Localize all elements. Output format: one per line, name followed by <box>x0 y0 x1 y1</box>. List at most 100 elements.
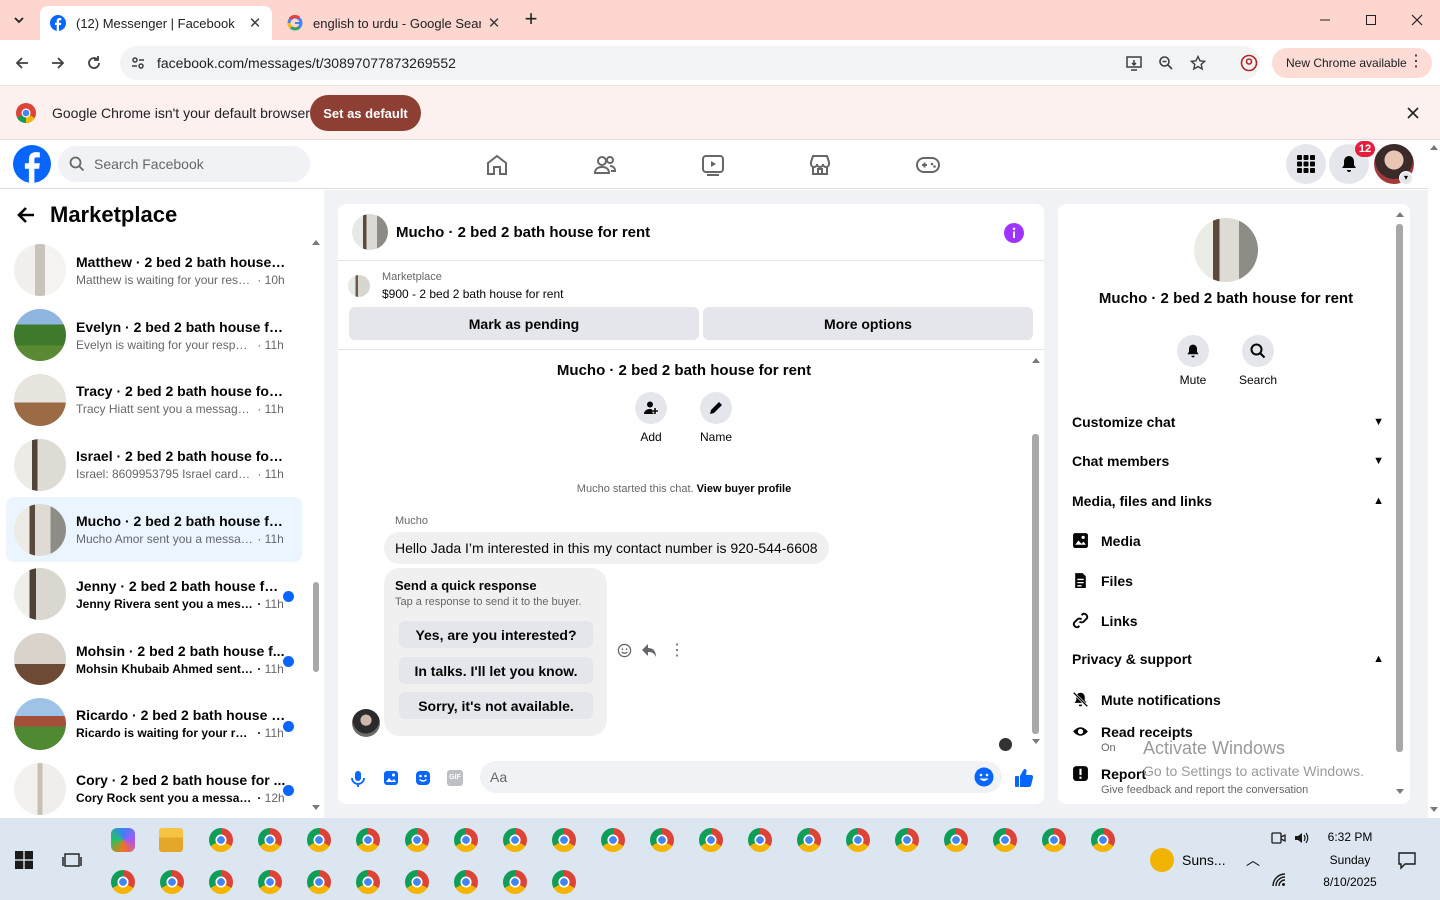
sticker-icon[interactable] <box>415 770 431 786</box>
marketplace-icon[interactable] <box>807 152 833 178</box>
scroll-down-icon[interactable] <box>1396 788 1404 796</box>
chrome-taskbar-icon[interactable] <box>503 870 527 894</box>
message-bubble[interactable]: Hello Jada I’m interested in this my con… <box>384 532 829 564</box>
chrome-taskbar-icon[interactable] <box>454 828 478 852</box>
name-button[interactable]: Name <box>686 392 746 444</box>
chrome-taskbar-icon[interactable] <box>993 828 1017 852</box>
scroll-down-icon[interactable] <box>1032 738 1040 746</box>
chrome-taskbar-icon[interactable] <box>307 828 331 852</box>
info-icon[interactable] <box>1004 223 1024 243</box>
listing-banner[interactable]: Marketplace $900 - 2 bed 2 bath house fo… <box>348 269 563 301</box>
conversation-item[interactable]: Mucho · 2 bed 2 bath house for ... Mucho … <box>6 497 302 562</box>
media-files-links-section[interactable]: Media, files and links ▲ <box>1072 493 1384 509</box>
chrome-taskbar-icon[interactable] <box>552 828 576 852</box>
zoom-icon[interactable] <box>1158 55 1174 71</box>
chrome-taskbar-icon[interactable] <box>552 870 576 894</box>
chrome-taskbar-icon[interactable] <box>797 828 821 852</box>
conversation-item[interactable]: Mohsin · 2 bed 2 bath house f... Mohsin K… <box>6 627 302 692</box>
media-item[interactable]: Media <box>1072 532 1141 549</box>
task-view-icon[interactable] <box>62 850 82 870</box>
chrome-taskbar-icon[interactable] <box>846 828 870 852</box>
volume-icon[interactable] <box>1293 830 1309 846</box>
wifi-icon[interactable] <box>1271 872 1287 888</box>
scrollbar-thumb[interactable] <box>1396 224 1403 752</box>
customize-chat-section[interactable]: Customize chat ▼ <box>1072 414 1384 430</box>
mute-button[interactable]: Mute <box>1163 335 1223 387</box>
scroll-up-icon[interactable] <box>1396 210 1404 218</box>
emoji-icon[interactable] <box>974 767 994 787</box>
photo-icon[interactable] <box>383 770 399 786</box>
bookmark-star-icon[interactable] <box>1190 55 1206 71</box>
new-tab-button[interactable]: + <box>520 8 542 31</box>
close-window-button[interactable] <box>1407 10 1427 30</box>
scroll-down-icon[interactable] <box>1430 806 1438 814</box>
quick-response-button[interactable]: Yes, are you interested? <box>399 621 593 648</box>
menu-button[interactable] <box>1286 144 1326 184</box>
conversation-item[interactable]: Cory · 2 bed 2 bath house for ... Cory Ro… <box>6 756 302 821</box>
minimize-button[interactable] <box>1315 10 1335 30</box>
tab-messenger[interactable]: (12) Messenger | Facebook ✕ <box>40 6 272 40</box>
scrollbar-thumb[interactable] <box>1032 434 1039 734</box>
message-thread[interactable]: Mucho · 2 bed 2 bath house for rent Add … <box>338 349 1044 753</box>
tab-search-button[interactable] <box>8 9 30 31</box>
react-emoji-icon[interactable] <box>617 643 632 658</box>
home-icon[interactable] <box>484 152 510 178</box>
chrome-taskbar-icon[interactable] <box>258 870 282 894</box>
show-hidden-icons[interactable]: ︿ <box>1246 850 1260 870</box>
clock-day[interactable]: Sunday <box>1322 853 1378 867</box>
links-item[interactable]: Links <box>1072 612 1138 629</box>
mute-notifications-item[interactable]: Mute notifications <box>1072 691 1221 708</box>
conversation-item[interactable]: Israel · 2 bed 2 bath house for r... Isra… <box>6 432 302 497</box>
conversation-item[interactable]: Tracy · 2 bed 2 bath house for re... Trac… <box>6 368 302 433</box>
omnibox[interactable]: facebook.com/messages/t/3089707787326955… <box>120 46 1260 80</box>
conversation-item[interactable]: Evelyn · 2 bed 2 bath house for ... Evely… <box>6 303 302 368</box>
chrome-taskbar-icon[interactable] <box>160 870 184 894</box>
forward-button[interactable] <box>47 52 69 74</box>
chat-avatar[interactable] <box>352 214 388 250</box>
more-options-button[interactable]: More options <box>703 307 1033 340</box>
profile-icon[interactable] <box>1240 54 1258 72</box>
new-chrome-available-button[interactable]: New Chrome available ⋮ <box>1272 48 1432 78</box>
chrome-taskbar-icon[interactable] <box>209 870 233 894</box>
scroll-down-icon[interactable] <box>312 804 320 812</box>
add-button[interactable]: Add <box>621 392 681 444</box>
chrome-taskbar-icon[interactable] <box>307 870 331 894</box>
gif-icon[interactable]: GIF <box>447 770 463 786</box>
facebook-search-input[interactable]: Search Facebook <box>58 146 310 182</box>
mark-as-pending-button[interactable]: Mark as pending <box>349 307 699 340</box>
chrome-taskbar-icon[interactable] <box>356 828 380 852</box>
close-infobar-icon[interactable] <box>1407 107 1419 119</box>
back-arrow-icon[interactable] <box>16 205 36 225</box>
chrome-taskbar-icon[interactable] <box>895 828 919 852</box>
chrome-taskbar-icon[interactable] <box>405 828 429 852</box>
chrome-taskbar-icon[interactable] <box>209 828 233 852</box>
weather-widget[interactable]: Suns... <box>1150 848 1226 872</box>
copilot-icon[interactable] <box>111 828 135 852</box>
chrome-taskbar-icon[interactable] <box>650 828 674 852</box>
chrome-taskbar-icon[interactable] <box>748 828 772 852</box>
chrome-taskbar-icon[interactable] <box>503 828 527 852</box>
chrome-taskbar-icon[interactable] <box>1091 828 1115 852</box>
chrome-taskbar-icon[interactable] <box>601 828 625 852</box>
meet-now-icon[interactable] <box>1270 830 1286 846</box>
chrome-taskbar-icon[interactable] <box>944 828 968 852</box>
tab-google-search[interactable]: english to urdu - Google Search ✕ <box>277 6 511 40</box>
more-actions-icon[interactable]: ⋮ <box>669 640 685 660</box>
chrome-taskbar-icon[interactable] <box>699 828 723 852</box>
conversation-item[interactable]: Ricardo · 2 bed 2 bath house f... Ricardo… <box>6 692 302 757</box>
view-buyer-profile-link[interactable]: View buyer profile <box>697 483 792 495</box>
install-app-icon[interactable] <box>1125 54 1143 72</box>
search-in-chat-button[interactable]: Search <box>1228 335 1288 387</box>
privacy-support-section[interactable]: Privacy & support ▲ <box>1072 651 1384 667</box>
chrome-taskbar-icon[interactable] <box>111 870 135 894</box>
back-button[interactable] <box>11 52 33 74</box>
scrollbar-thumb[interactable] <box>313 582 319 672</box>
set-as-default-button[interactable]: Set as default <box>310 95 421 131</box>
scroll-up-icon[interactable] <box>1430 143 1438 151</box>
chrome-taskbar-icon[interactable] <box>356 870 380 894</box>
video-icon[interactable] <box>700 152 726 178</box>
conversation-item[interactable]: Jenny · 2 bed 2 bath house for... Jenny R… <box>6 562 302 627</box>
conversation-item[interactable]: Matthew · 2 bed 2 bath house f... Matthew… <box>6 238 302 303</box>
chat-members-section[interactable]: Chat members ▼ <box>1072 453 1384 469</box>
thumbs-up-icon[interactable] <box>1013 767 1035 789</box>
